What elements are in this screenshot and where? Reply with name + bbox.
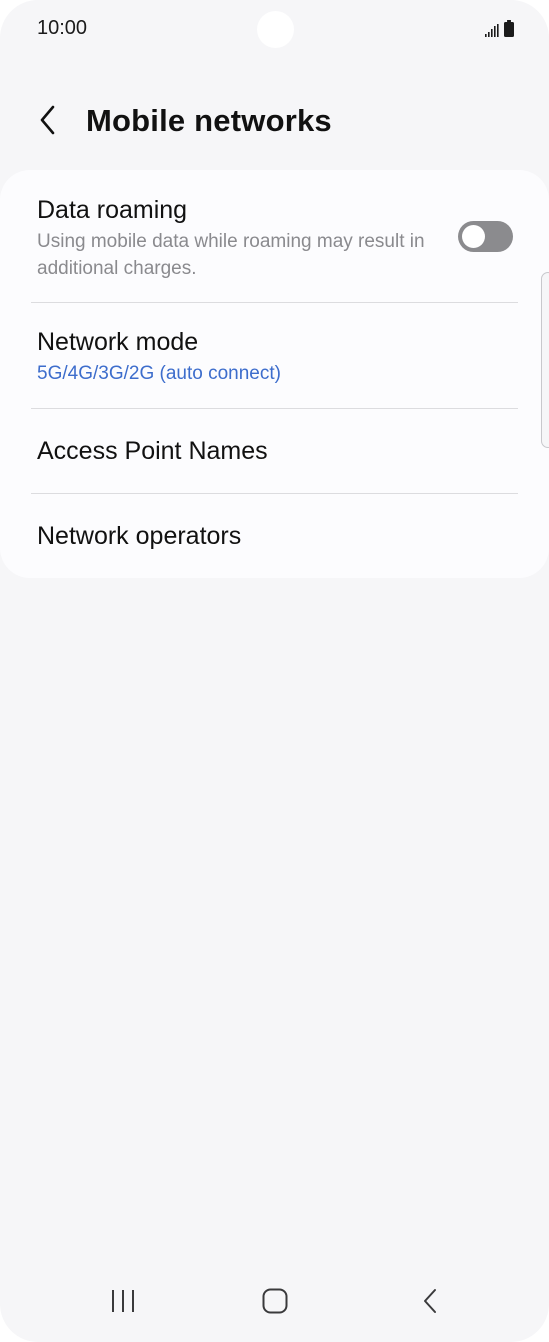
recent-apps-icon — [110, 1289, 136, 1313]
access-point-names-row[interactable]: Access Point Names — [0, 409, 549, 493]
network-mode-title: Network mode — [37, 328, 199, 356]
page-title: Mobile networks — [86, 103, 332, 138]
data-roaming-description: Using mobile data while roaming may resu… — [37, 231, 425, 279]
status-icons — [485, 20, 514, 37]
back-icon — [422, 1288, 438, 1314]
network-operators-title: Network operators — [37, 522, 242, 550]
network-mode-row[interactable]: Network mode 5G/4G/3G/2G (auto connect) — [0, 303, 549, 408]
toggle-knob — [462, 225, 485, 248]
navigation-bar — [0, 1267, 549, 1342]
camera-cutout — [257, 11, 294, 48]
network-mode-value: 5G/4G/3G/2G (auto connect) — [37, 363, 281, 384]
chevron-left-icon — [38, 105, 58, 140]
data-roaming-toggle[interactable] — [458, 221, 513, 252]
status-bar: 10:00 — [0, 0, 549, 60]
status-time: 10:00 — [37, 17, 88, 39]
home-icon — [262, 1288, 288, 1314]
access-point-names-title: Access Point Names — [37, 437, 268, 465]
data-roaming-title: Data roaming — [37, 196, 188, 224]
home-button[interactable] — [245, 1277, 305, 1325]
recent-apps-button[interactable] — [93, 1277, 153, 1325]
battery-icon — [504, 20, 514, 37]
settings-card: Data roaming Using mobile data while roa… — [0, 170, 549, 578]
back-button[interactable] — [28, 102, 68, 142]
edge-panel-handle[interactable] — [541, 272, 549, 448]
phone-screen: 10:00 Mobile networks Data roaming Using… — [0, 0, 549, 1342]
nav-back-button[interactable] — [400, 1277, 460, 1325]
data-roaming-row[interactable]: Data roaming Using mobile data while roa… — [0, 170, 549, 302]
app-header: Mobile networks — [0, 92, 549, 152]
signal-icon — [485, 24, 499, 37]
network-operators-row[interactable]: Network operators — [0, 494, 549, 578]
